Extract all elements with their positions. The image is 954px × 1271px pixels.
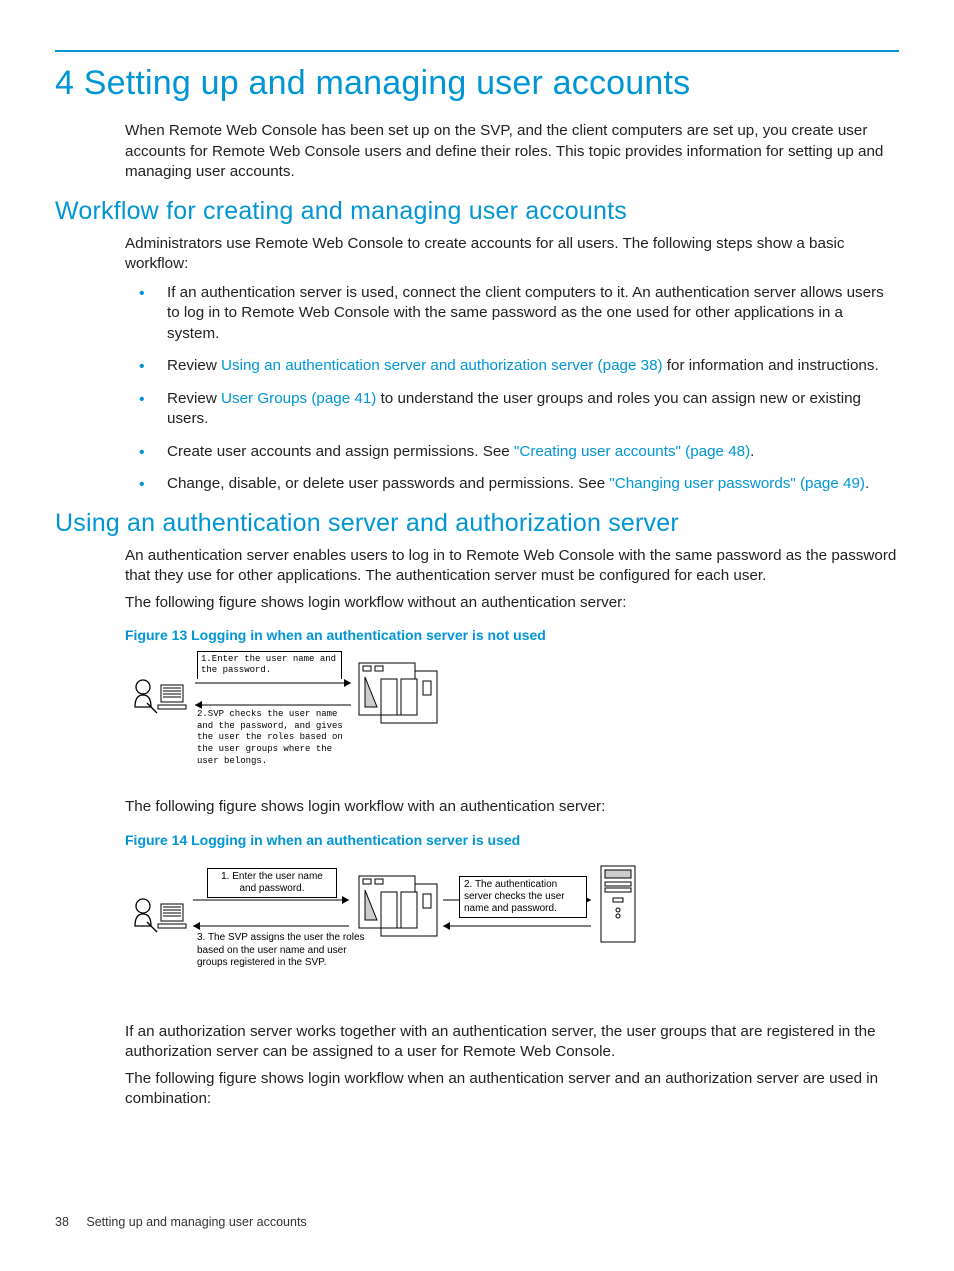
auth-p5: The following figure shows login workflo… [125,1069,899,1110]
fig13-step1-label: 1.Enter the user name and the password. [197,651,342,679]
bullet-item: Change, disable, or delete user password… [125,474,899,495]
fig14-step3-label: 3. The SVP assigns the user the roles ba… [197,932,369,970]
bullet-text: . [750,443,754,460]
auth-p4: If an authorization server works togethe… [125,1022,899,1063]
fig13-step2-label: 2.SVP checks the user name and the passw… [197,709,357,767]
bullet-text: for information and instructions. [663,357,879,374]
auth-p1: An authentication server enables users t… [125,546,899,587]
chapter-title: 4 Setting up and managing user accounts [55,64,899,103]
bullet-item: If an authentication server is used, con… [125,283,899,345]
fig14-step2-label: 2. The authentication server checks the … [459,876,587,918]
fig14-step1-label: 1. Enter the user name and password. [207,868,337,898]
section-workflow-title: Workflow for creating and managing user … [55,197,899,226]
bullet-item: Create user accounts and assign permissi… [125,442,899,463]
auth-p3: The following figure shows login workflo… [125,797,899,818]
bullet-text: Change, disable, or delete user password… [167,475,609,492]
figure-13-title: Figure 13 Logging in when an authenticat… [125,627,899,643]
footer-running-title: Setting up and managing user accounts [86,1215,306,1229]
bullet-text: . [865,475,869,492]
intro-paragraph: When Remote Web Console has been set up … [125,121,899,183]
bullet-text: Create user accounts and assign permissi… [167,443,514,460]
link-user-groups[interactable]: User Groups (page 41) [221,390,376,407]
top-horizontal-rule [55,50,899,52]
link-changing-passwords[interactable]: "Changing user passwords" (page 49) [609,475,865,492]
bullet-item: Review Using an authentication server an… [125,356,899,377]
bullet-text: Review [167,390,221,407]
workflow-lead: Administrators use Remote Web Console to… [125,234,899,275]
figure-13: 1.Enter the user name and the password. … [125,649,899,779]
auth-p2: The following figure shows login workflo… [125,593,899,614]
figure-14: 1. Enter the user name and password. 3. … [125,854,899,1004]
workflow-bullets: If an authentication server is used, con… [125,283,899,495]
bullet-text: Review [167,357,221,374]
figure-14-title: Figure 14 Logging in when an authenticat… [125,832,899,848]
page-footer: 38 Setting up and managing user accounts [55,1215,307,1229]
link-auth-server[interactable]: Using an authentication server and autho… [221,357,663,374]
section-auth-title: Using an authentication server and autho… [55,509,899,538]
page-number: 38 [55,1215,69,1229]
link-creating-user-accounts[interactable]: "Creating user accounts" (page 48) [514,443,750,460]
bullet-item: Review User Groups (page 41) to understa… [125,389,899,430]
